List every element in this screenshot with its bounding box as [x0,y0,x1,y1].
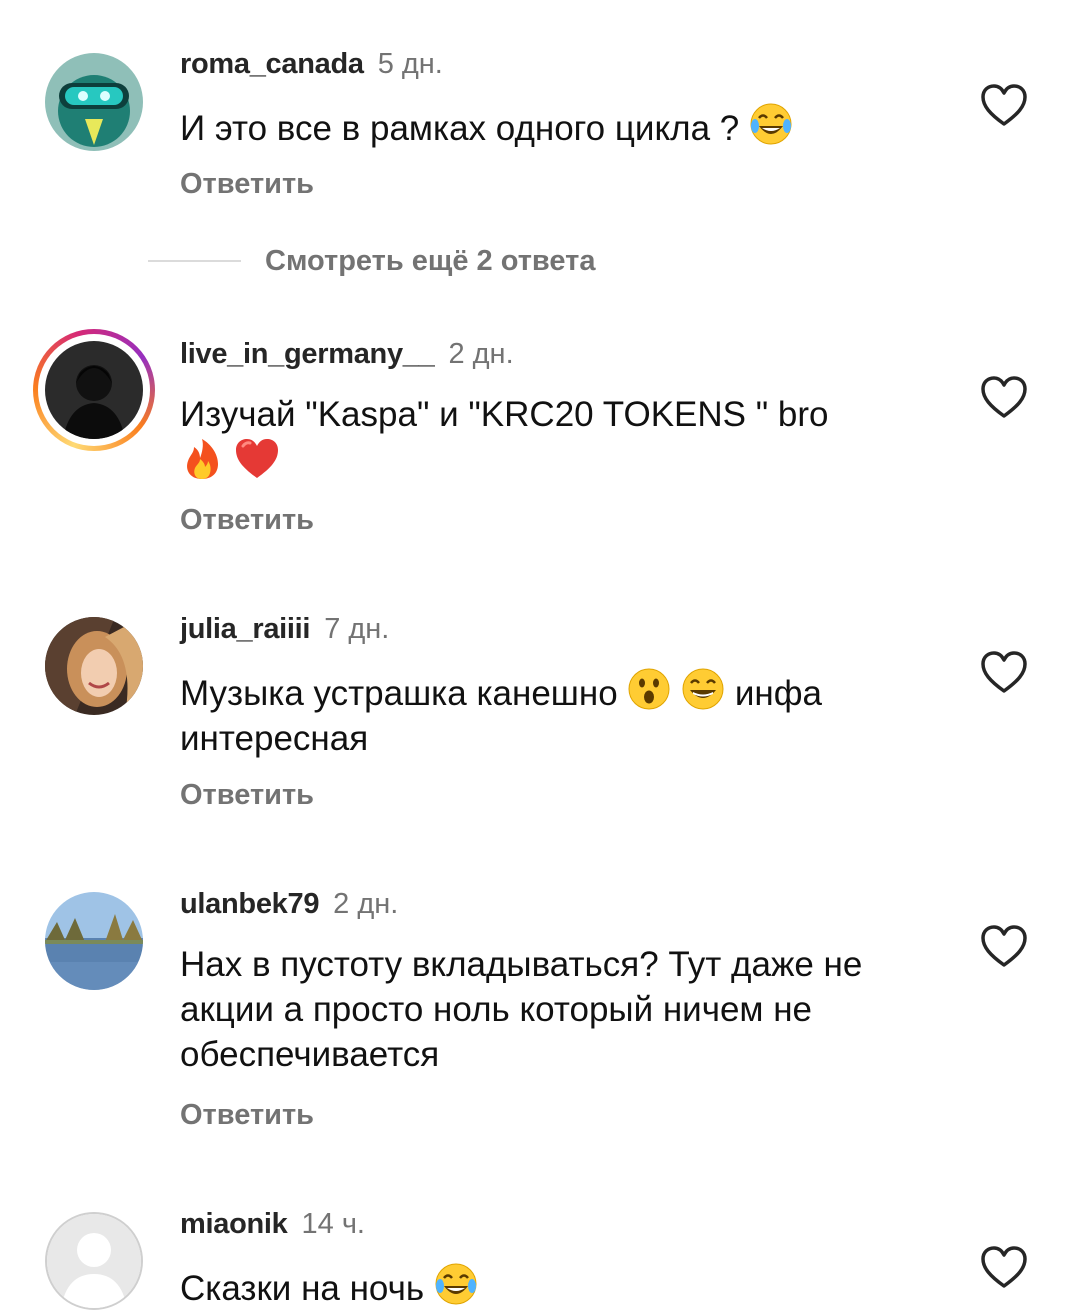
comment-text: Нах в пустоту вкладываться? Тут даже не … [180,942,920,1077]
username[interactable]: julia_raiiii [180,613,310,645]
comment-body: Нах в пустоту вкладываться? Тут даже не … [180,945,863,1074]
comment-text: Изучай "Kaspa" и "KRC20 TOKENS " bro [180,392,920,486]
comment-meta: miaonik 14 ч. [180,1207,365,1241]
reply-button[interactable]: Ответить [180,778,314,812]
avatar[interactable] [45,617,143,715]
comment-text: Музыка устрашка канешно инфа интересная [180,667,920,761]
joy-emoji-icon [435,1263,477,1305]
username[interactable]: miaonik [180,1208,288,1240]
heart-outline-icon [981,376,1027,418]
comment-body: И это все в рамках одного цикла ? [180,109,740,148]
timestamp: 5 дн. [377,48,443,80]
timestamp: 14 ч. [301,1208,365,1240]
red-heart-emoji-icon [235,439,278,478]
comment-text: И это все в рамках одного цикла ? [180,102,920,151]
reply-button[interactable]: Ответить [180,1098,314,1132]
like-button[interactable] [980,651,1028,695]
timestamp: 2 дн. [333,888,399,920]
reply-button[interactable]: Ответить [180,167,314,201]
comment-body: Изучай "Kaspa" и "KRC20 TOKENS " bro [180,395,829,434]
comment-meta: julia_raiiii 7 дн. [180,612,389,646]
avatar [45,341,143,439]
username[interactable]: ulanbek79 [180,888,319,920]
comment-meta: roma_canada 5 дн. [180,47,443,81]
timestamp: 2 дн. [448,338,514,370]
comment-meta: live_in_germany__ 2 дн. [180,337,514,371]
view-more-replies-label[interactable]: Смотреть ещё 2 ответа [265,243,595,279]
avatar[interactable] [45,892,143,990]
username[interactable]: live_in_germany__ [180,338,435,370]
grin-emoji-icon [682,668,724,710]
comment-text: Сказки на ночь [180,1262,920,1311]
heart-outline-icon [981,651,1027,693]
comment-body: Сказки на ночь [180,1269,425,1308]
heart-outline-icon [981,1246,1027,1288]
fire-emoji-icon [187,439,218,479]
view-more-replies[interactable]: Смотреть ещё 2 ответа [0,243,1080,279]
comment-body: Музыка устрашка канешно [180,674,618,713]
story-ring[interactable] [33,329,155,451]
like-button[interactable] [980,925,1028,969]
avatar[interactable] [45,1212,143,1310]
username[interactable]: roma_canada [180,48,364,80]
reply-button[interactable]: Ответить [180,503,314,537]
joy-emoji-icon [750,103,792,145]
like-button[interactable] [980,376,1028,420]
heart-outline-icon [981,925,1027,967]
like-button[interactable] [980,84,1028,128]
astonished-emoji-icon [628,668,670,710]
avatar[interactable] [45,53,143,151]
comment-meta: ulanbek79 2 дн. [180,887,398,921]
divider-line [148,260,241,262]
heart-outline-icon [981,84,1027,126]
timestamp: 7 дн. [324,613,390,645]
like-button[interactable] [980,1246,1028,1290]
